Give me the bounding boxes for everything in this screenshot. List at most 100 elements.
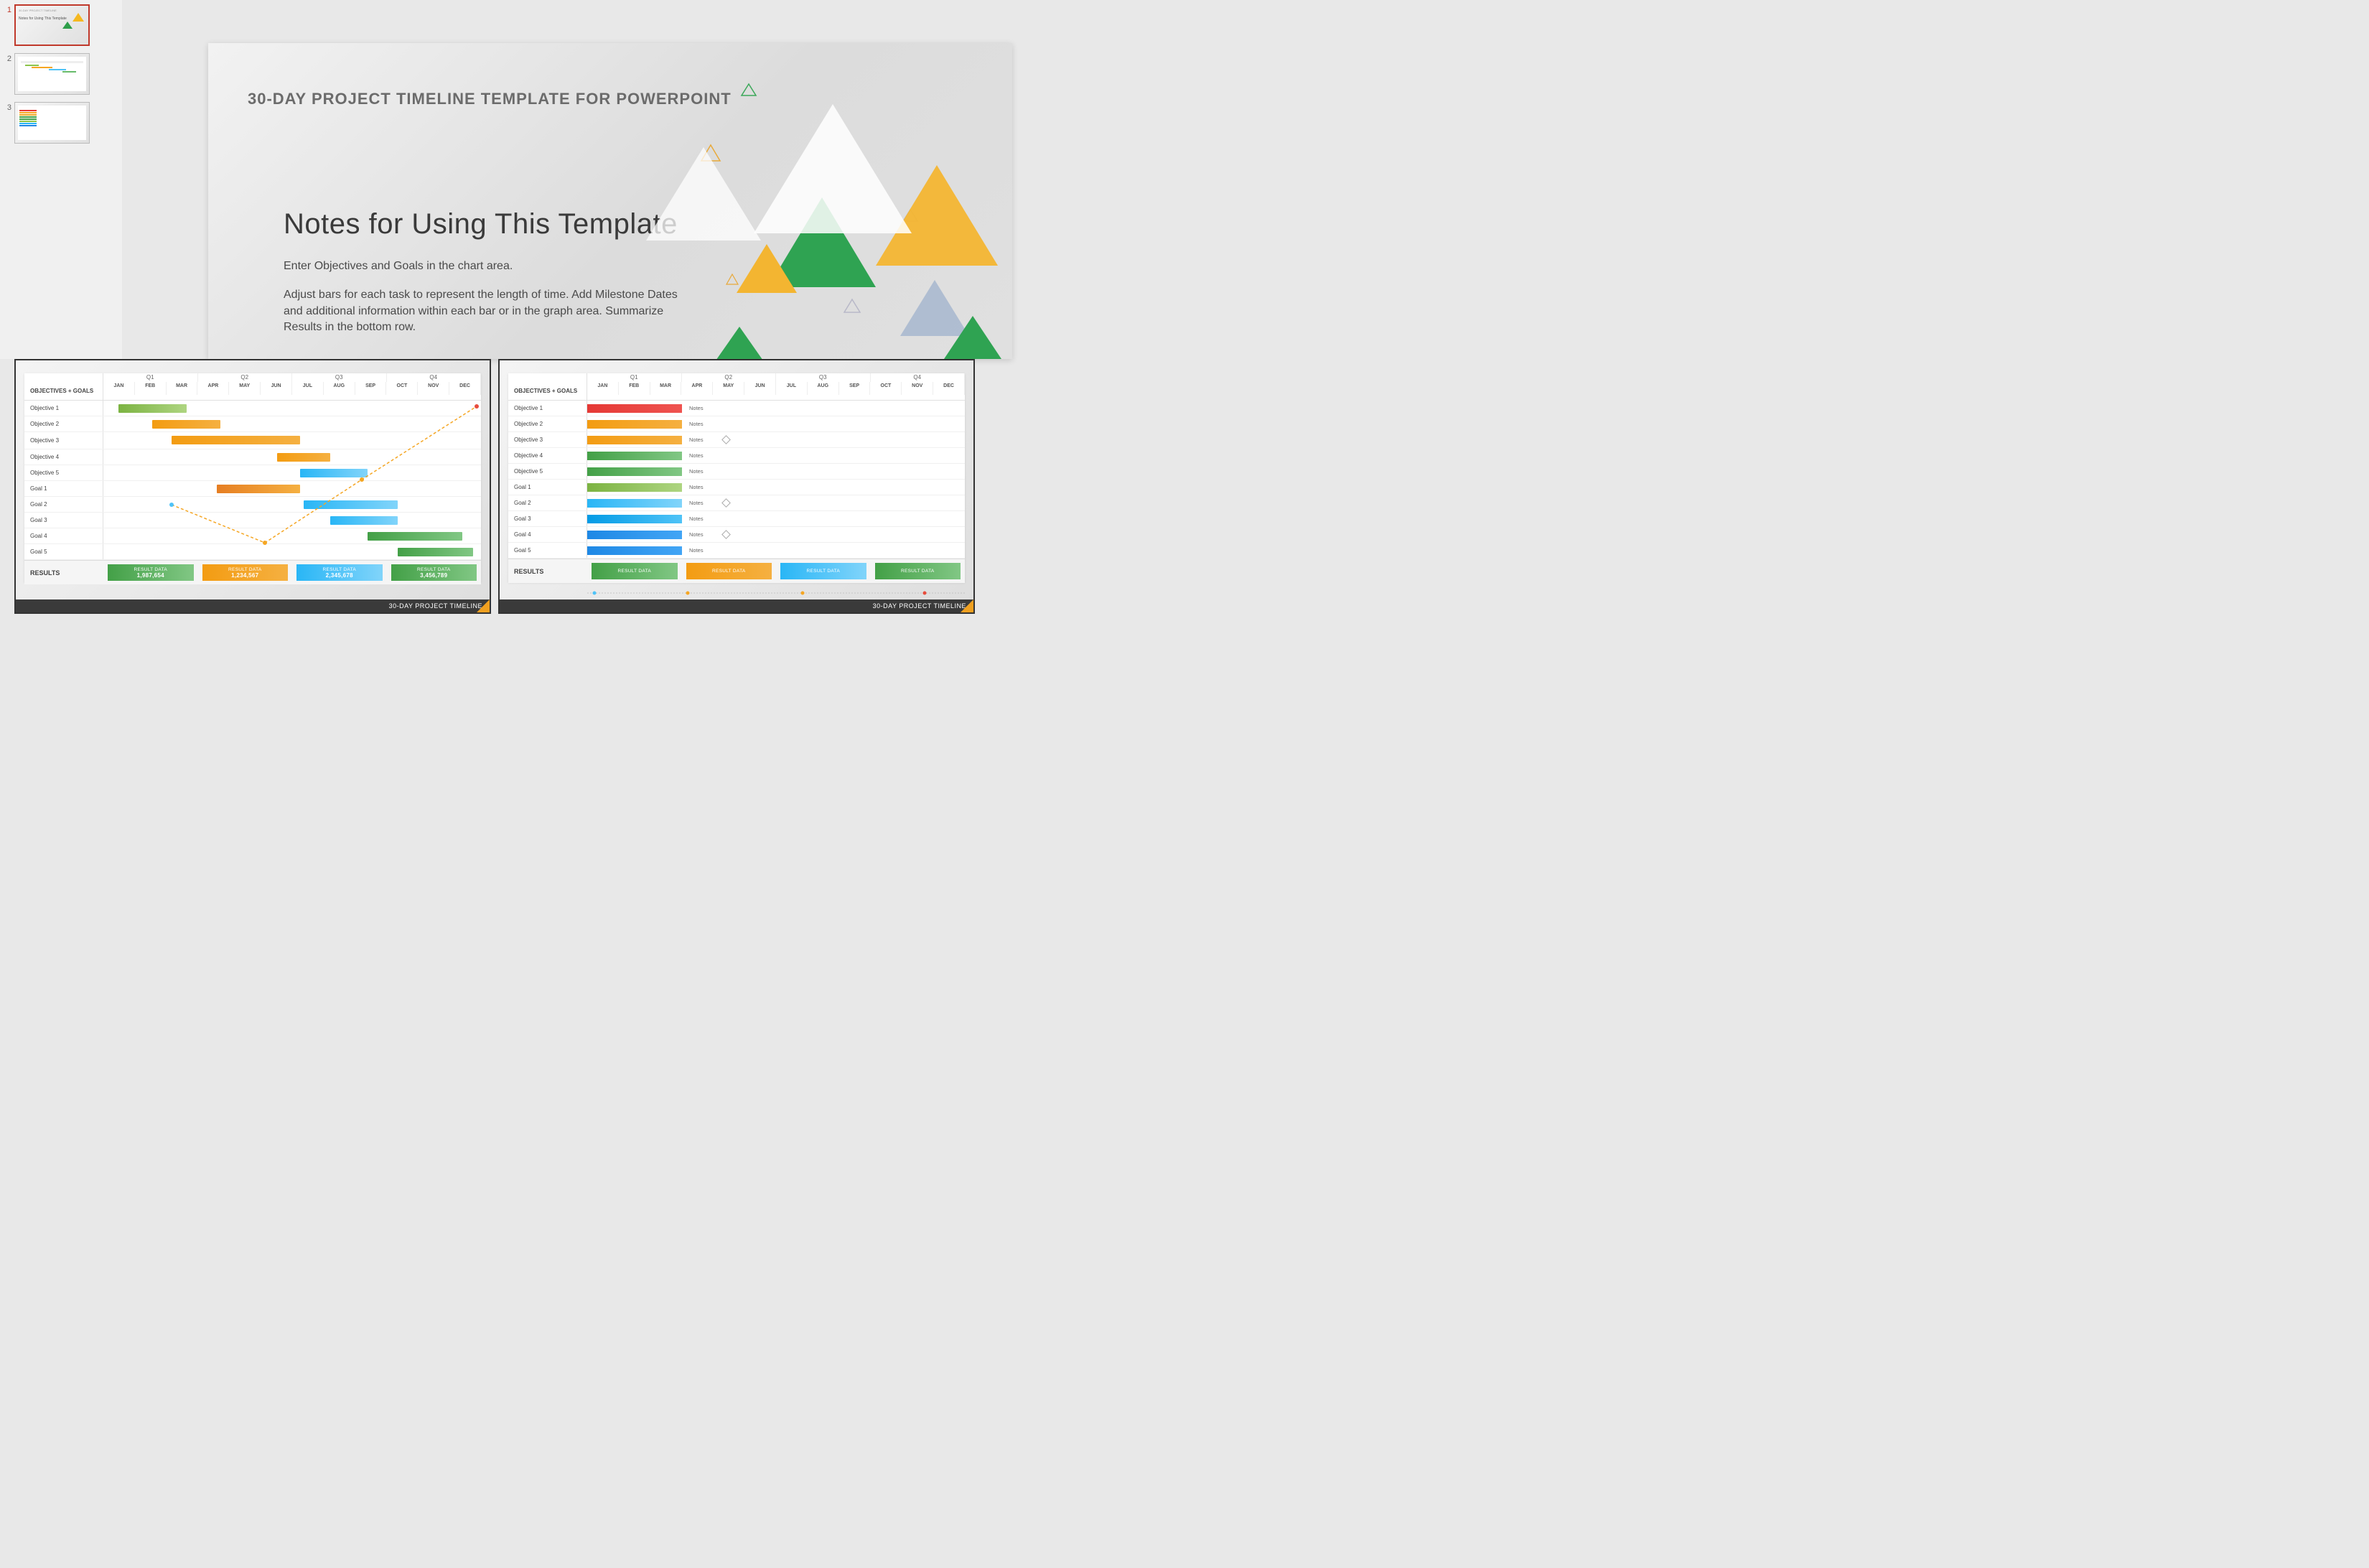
slide-deck-title: 30-DAY PROJECT TIMELINE TEMPLATE FOR POW… <box>248 90 732 108</box>
gantt-bar[interactable] <box>587 499 682 508</box>
results-label: RESULTS <box>508 559 587 583</box>
month-header: AUG <box>324 382 355 395</box>
quarter-header: Q1 <box>103 373 198 382</box>
row-label: Goal 2 <box>24 497 103 512</box>
results-row: RESULTS RESULT DATA1,987,654 RESULT DATA… <box>24 560 481 584</box>
month-header: MAR <box>167 382 198 395</box>
objectives-header <box>508 373 587 382</box>
month-header: JAN <box>103 382 135 395</box>
gantt-bar[interactable] <box>587 483 682 492</box>
gantt-bar[interactable] <box>118 404 187 413</box>
thumb-preview <box>14 53 90 95</box>
row-label: Objective 5 <box>508 464 587 479</box>
row-label: Objective 3 <box>24 432 103 449</box>
row-label: Objective 5 <box>24 465 103 480</box>
row-label: Objective 2 <box>508 416 587 431</box>
triangle-decoration <box>944 316 1001 359</box>
quarter-header: Q3 <box>292 373 387 382</box>
gantt-body: Objective 1 Objective 2 Objective 3 Obje… <box>24 401 481 560</box>
notes-paragraph-1: Enter Objectives and Goals in the chart … <box>284 258 686 274</box>
month-header: FEB <box>619 382 650 395</box>
note-text: Notes <box>689 547 704 554</box>
month-header: OCT <box>870 382 902 395</box>
gantt-bar[interactable] <box>277 453 330 462</box>
milestone-diamond-icon[interactable] <box>721 435 731 444</box>
note-text: Notes <box>689 437 704 443</box>
mini-slide-gantt-2[interactable]: Q1 Q2 Q3 Q4 OBJECTIVES + GOALS JAN FEB M… <box>498 359 975 614</box>
note-text: Notes <box>689 500 704 506</box>
month-header: DEC <box>933 382 965 395</box>
row-label: Goal 1 <box>508 480 587 495</box>
month-header: JUN <box>261 382 292 395</box>
month-header: NOV <box>902 382 933 395</box>
month-header: JUL <box>776 382 808 395</box>
month-header: MAY <box>713 382 744 395</box>
gantt-bar[interactable] <box>330 516 398 525</box>
row-label: Goal 1 <box>24 481 103 496</box>
month-header: JUL <box>292 382 324 395</box>
month-header: SEP <box>839 382 871 395</box>
month-header: MAR <box>650 382 682 395</box>
objectives-header <box>24 373 103 382</box>
quarter-header: Q4 <box>871 373 966 382</box>
gantt-bar[interactable] <box>587 515 682 523</box>
gantt-chart: Q1 Q2 Q3 Q4 OBJECTIVES + GOALS JAN FEB M… <box>508 373 965 582</box>
slide-thumbnail-panel: 1 30-DAY PROJECT TIMELINE Notes for Usin… <box>0 0 122 359</box>
gantt-bar[interactable] <box>587 404 682 413</box>
note-text: Notes <box>689 531 704 538</box>
gantt-bar[interactable] <box>300 469 368 477</box>
month-header: JUN <box>744 382 776 395</box>
row-label: Goal 2 <box>508 495 587 510</box>
month-header: DEC <box>449 382 481 395</box>
month-header: NOV <box>418 382 449 395</box>
gantt-body: Objective 1Notes Objective 2Notes Object… <box>508 401 965 559</box>
gantt-bar[interactable] <box>398 548 473 556</box>
month-header: SEP <box>355 382 387 395</box>
gantt-bar[interactable] <box>368 532 462 541</box>
slide-thumb-3[interactable]: 3 <box>3 102 119 144</box>
gantt-bar[interactable] <box>587 467 682 476</box>
results-row: RESULTS RESULT DATA RESULT DATA RESULT D… <box>508 559 965 583</box>
slide-thumb-2[interactable]: 2 <box>3 53 119 95</box>
row-label: Goal 4 <box>24 528 103 543</box>
quarter-header: Q2 <box>198 373 293 382</box>
gantt-bar[interactable] <box>587 420 682 429</box>
objectives-header-label: OBJECTIVES + GOALS <box>24 382 103 400</box>
month-header: APR <box>681 382 713 395</box>
thumb-preview <box>14 102 90 144</box>
row-label: Goal 3 <box>24 513 103 528</box>
notes-body: Enter Objectives and Goals in the chart … <box>284 258 686 349</box>
triangle-decoration <box>737 244 797 293</box>
gantt-bar[interactable] <box>587 452 682 460</box>
milestone-diamond-icon[interactable] <box>721 530 731 539</box>
gantt-bar[interactable] <box>587 531 682 539</box>
mini-previews-row: Q1 Q2 Q3 Q4 OBJECTIVES + GOALS JAN FEB M… <box>14 359 1030 614</box>
slide-thumb-1[interactable]: 1 30-DAY PROJECT TIMELINE Notes for Usin… <box>3 4 119 46</box>
main-slide[interactable]: 30-DAY PROJECT TIMELINE TEMPLATE FOR POW… <box>208 43 1012 359</box>
month-header: MAY <box>229 382 261 395</box>
gantt-bar[interactable] <box>217 485 300 493</box>
row-label: Objective 3 <box>508 432 587 447</box>
thumb-number: 1 <box>3 4 14 14</box>
gantt-bar[interactable] <box>172 436 300 444</box>
month-header: OCT <box>386 382 418 395</box>
results-label: RESULTS <box>24 561 103 584</box>
mini-slide-gantt-1[interactable]: Q1 Q2 Q3 Q4 OBJECTIVES + GOALS JAN FEB M… <box>14 359 491 614</box>
gantt-bar[interactable] <box>587 436 682 444</box>
note-text: Notes <box>689 468 704 475</box>
row-label: Objective 4 <box>24 449 103 465</box>
thumb-number: 2 <box>3 53 14 63</box>
note-text: Notes <box>689 484 704 490</box>
result-box: RESULT DATA <box>780 563 866 579</box>
note-text: Notes <box>689 452 704 459</box>
row-label: Objective 4 <box>508 448 587 463</box>
gantt-bar[interactable] <box>152 420 220 429</box>
row-label: Objective 2 <box>24 416 103 431</box>
gantt-bar[interactable] <box>587 546 682 555</box>
milestone-diamond-icon[interactable] <box>721 498 731 508</box>
row-label: Goal 5 <box>508 543 587 558</box>
result-box: RESULT DATA <box>592 563 678 579</box>
row-label: Objective 1 <box>24 401 103 416</box>
triangle-outline-icon <box>843 298 861 314</box>
gantt-bar[interactable] <box>304 500 398 509</box>
